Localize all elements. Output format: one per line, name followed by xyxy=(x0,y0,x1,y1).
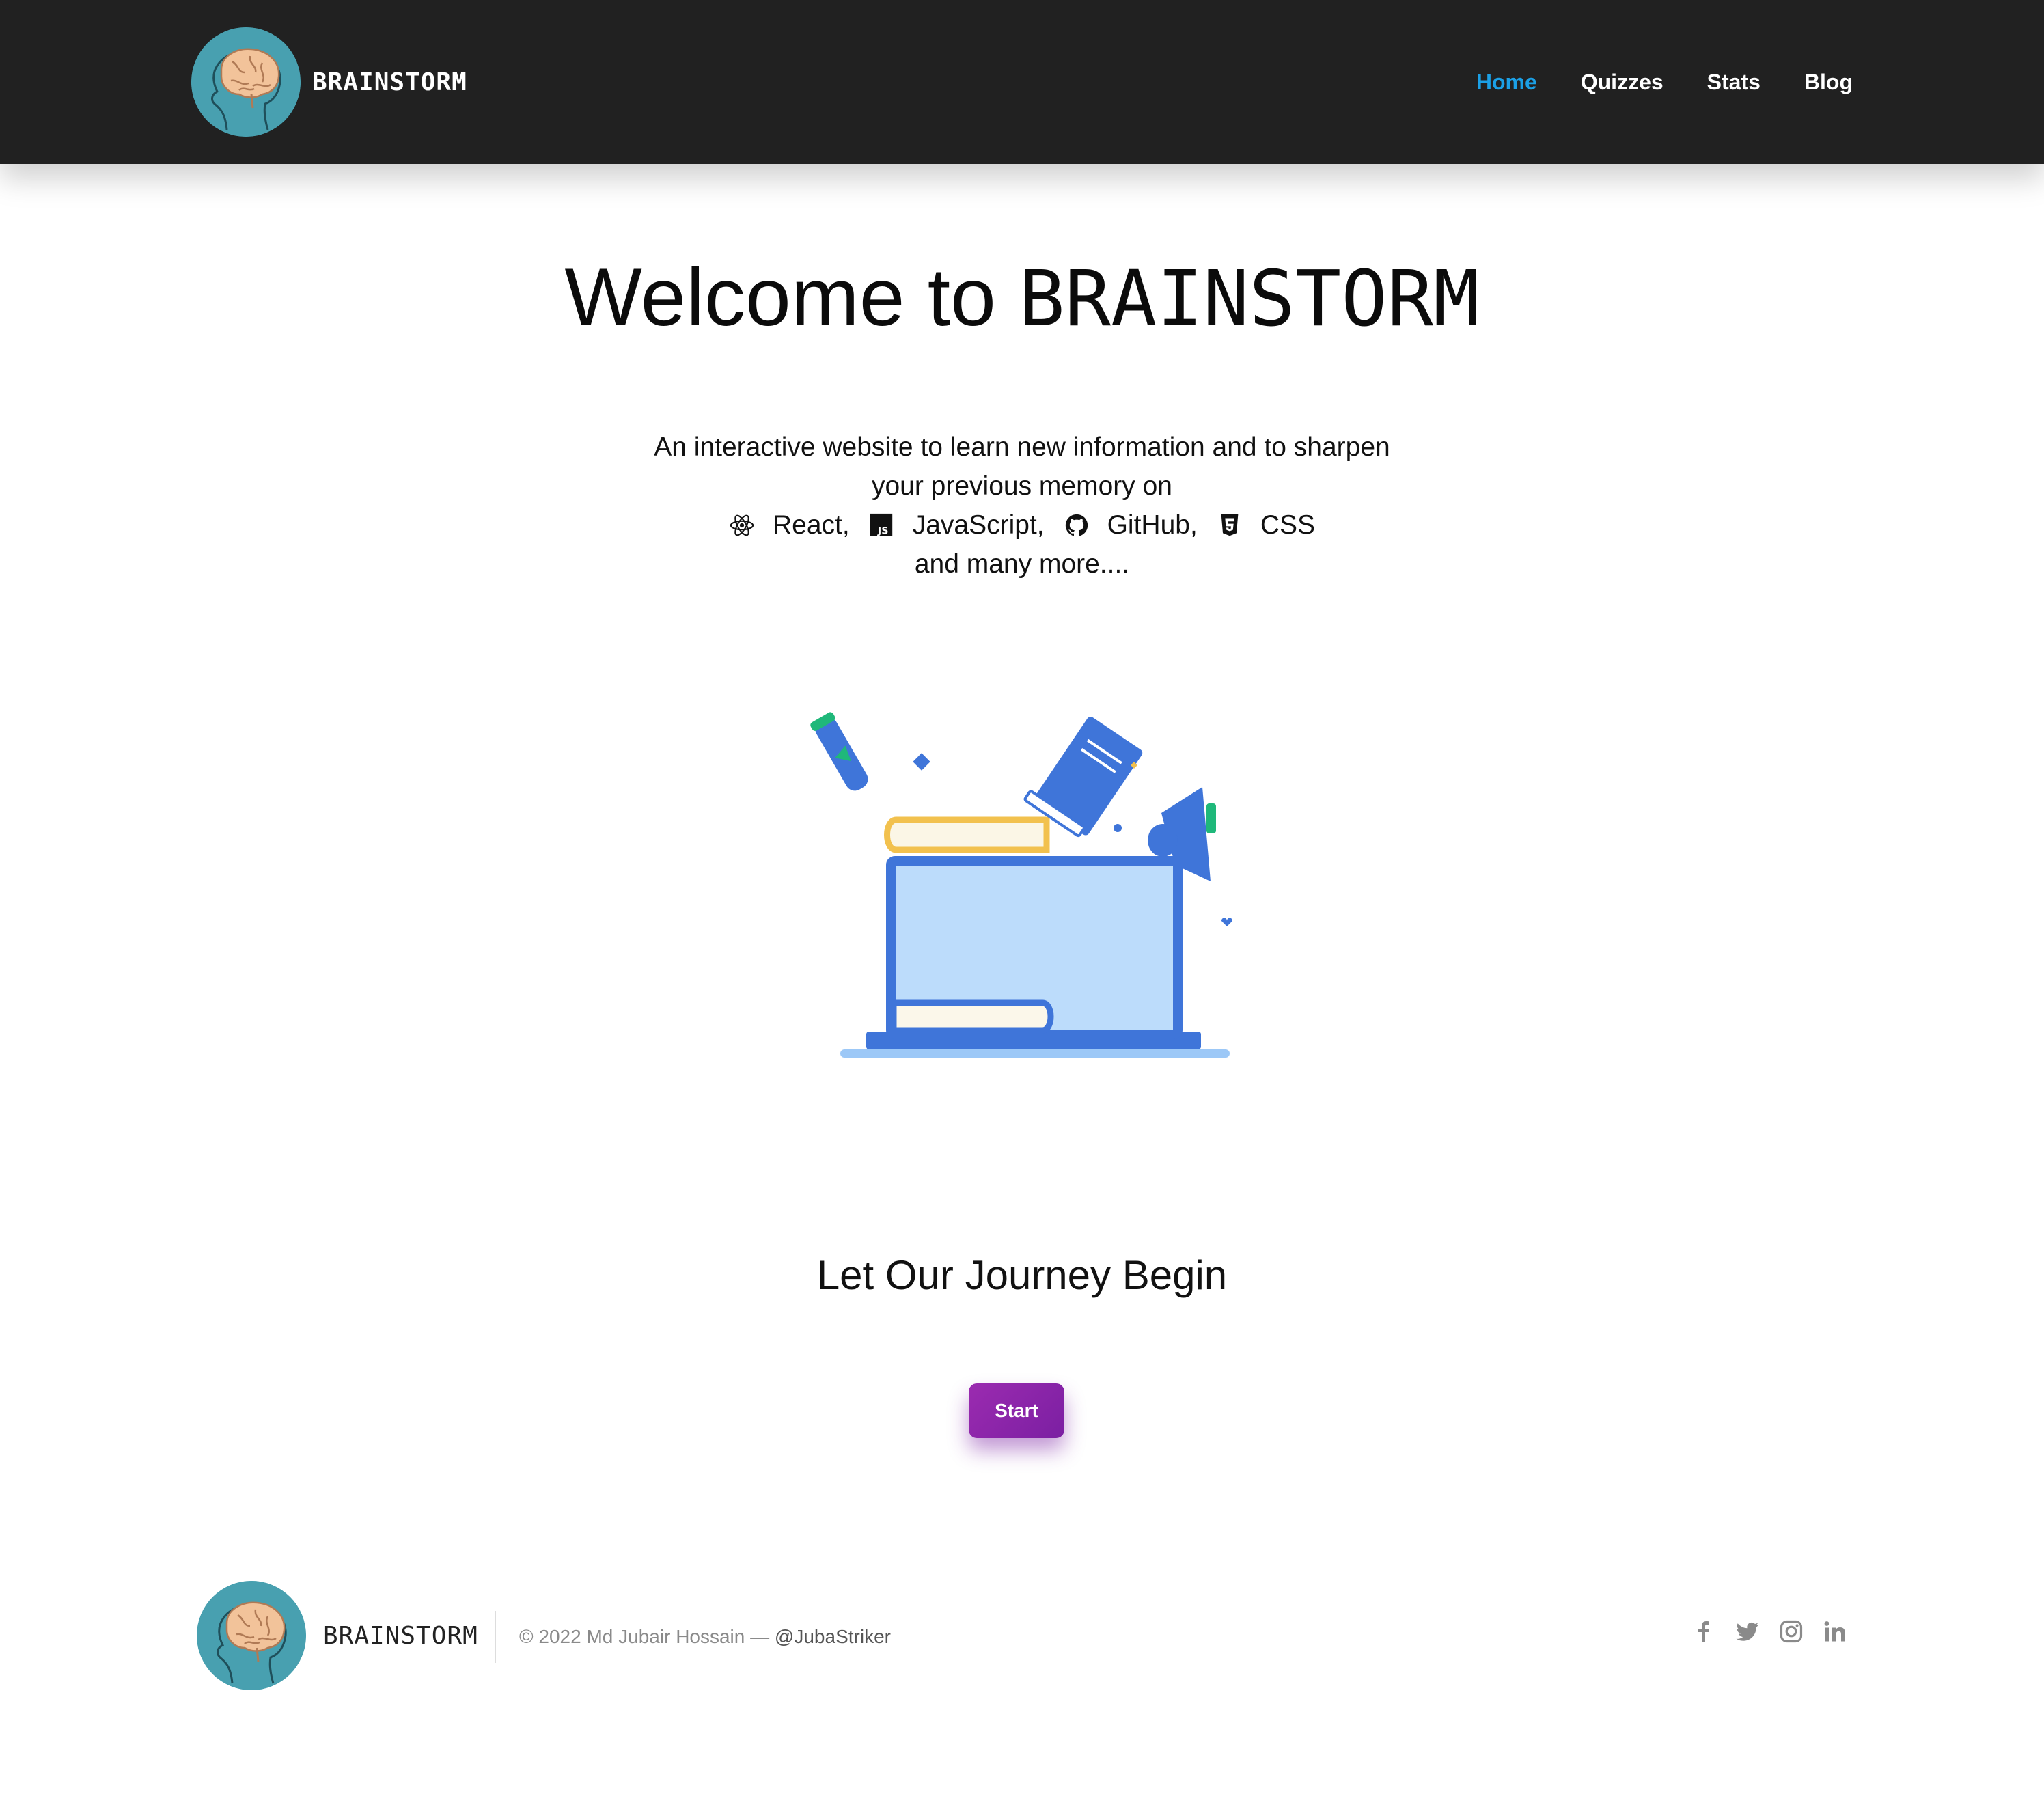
intro-line-2: your previous memory on xyxy=(871,471,1172,501)
ground-shadow xyxy=(840,1049,1230,1058)
brain-logo-icon xyxy=(191,27,301,137)
copyright-text: © 2022 Md Jubair Hossain — @JubaStriker xyxy=(519,1623,891,1651)
footer-divider xyxy=(495,1611,496,1663)
instagram-icon[interactable] xyxy=(1779,1619,1804,1644)
hero-title-prefix: Welcome to xyxy=(564,251,1019,343)
tech-label-css: CSS xyxy=(1260,510,1316,540)
nav-quizzes[interactable]: Quizzes xyxy=(1581,70,1663,95)
social-links xyxy=(1691,1619,1847,1644)
footer-brand-name: BRAINSTORM xyxy=(323,1621,478,1650)
tech-item-javascript: JS JavaScript, xyxy=(869,506,1064,544)
diploma-scroll xyxy=(810,712,868,791)
page: BRAINSTORM Home Quizzes Stats Blog Welco… xyxy=(0,0,2044,1820)
intro-line-4: and many more.... xyxy=(914,549,1130,579)
confetti-diamond xyxy=(913,753,930,771)
navbar: BRAINSTORM Home Quizzes Stats Blog xyxy=(0,0,2044,164)
brand-link[interactable]: BRAINSTORM xyxy=(191,27,467,137)
confetti-dot xyxy=(1114,824,1122,832)
main-nav: Home Quizzes Stats Blog xyxy=(1476,0,1853,164)
copyright-label: © 2022 Md Jubair Hossain — xyxy=(519,1626,775,1647)
confetti-heart xyxy=(1221,918,1232,926)
tech-label-react: React, xyxy=(772,510,850,540)
facebook-icon[interactable] xyxy=(1691,1619,1716,1644)
twitter-icon[interactable] xyxy=(1735,1619,1760,1644)
tech-item-react: React, xyxy=(729,506,869,544)
footer-brand-link[interactable]: BRAINSTORM xyxy=(197,1581,478,1690)
javascript-icon: JS xyxy=(870,513,892,536)
nav-blog[interactable]: Blog xyxy=(1804,70,1853,95)
learning-illustration xyxy=(810,712,1232,1058)
journey-heading: Let Our Journey Begin xyxy=(816,1252,1228,1298)
start-button[interactable]: Start xyxy=(969,1383,1064,1438)
svg-text:JS: JS xyxy=(877,525,889,536)
intro-text: An interactive website to learn new info… xyxy=(578,428,1466,583)
tech-item-css: CSS xyxy=(1217,506,1315,544)
nav-stats[interactable]: Stats xyxy=(1707,70,1760,95)
tech-item-github: GitHub, xyxy=(1064,506,1217,544)
linkedin-icon[interactable] xyxy=(1823,1619,1847,1644)
footer-brain-logo-icon xyxy=(197,1581,306,1690)
brand-name: BRAINSTORM xyxy=(312,68,467,96)
tech-label-javascript: JavaScript, xyxy=(912,510,1045,540)
tech-label-github: GitHub, xyxy=(1107,510,1198,540)
hero-title: Welcome to BRAINSTORM xyxy=(0,246,2044,350)
react-icon xyxy=(730,514,754,536)
hero-title-brand: BRAINSTORM xyxy=(1019,255,1480,344)
github-icon xyxy=(1065,514,1088,536)
intro-line-1: An interactive website to learn new info… xyxy=(654,432,1390,462)
book-bottom xyxy=(890,999,1054,1034)
nav-home[interactable]: Home xyxy=(1476,70,1537,95)
tech-list: React, JS JavaScript, GitHub, CSS xyxy=(578,506,1466,544)
author-handle-link[interactable]: @JubaStriker xyxy=(775,1626,891,1647)
book-top xyxy=(884,816,1050,853)
css-icon xyxy=(1221,514,1239,536)
